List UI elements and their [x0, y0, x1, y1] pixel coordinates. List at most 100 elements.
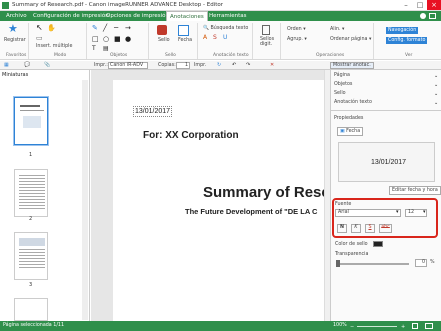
close-button[interactable]: × — [427, 0, 441, 10]
thumbnail-number-1: 1 — [29, 152, 33, 158]
thumbnail-number-3: 3 — [29, 282, 33, 288]
section-sello[interactable]: Sello — [334, 91, 346, 96]
group-label-anotacion-texto: Anotación texto — [213, 53, 249, 58]
alinear-button[interactable]: Alin. ▾ — [330, 27, 344, 32]
thumbnail-page-4[interactable] — [14, 298, 48, 321]
thumbnail-number-2: 2 — [29, 216, 33, 222]
show-annotations-button[interactable]: Mostrar anotac. — [330, 62, 374, 69]
tab-config-impresion[interactable]: Configuración de impresión — [30, 11, 112, 21]
navegacion-button[interactable]: Navegación — [386, 27, 419, 34]
thumbnail-page-3[interactable] — [14, 232, 48, 280]
maximize-button[interactable]: □ — [413, 0, 427, 10]
note-icon[interactable]: ▤ — [103, 45, 109, 52]
status-text: Página seleccionada 1/11 — [3, 323, 65, 328]
ordenar-button[interactable]: Orden ▾ — [287, 27, 306, 32]
transparency-slider-thumb[interactable] — [336, 260, 340, 267]
section-objetos[interactable]: Objetos — [334, 82, 352, 87]
fit-page-icon[interactable] — [412, 323, 418, 329]
thumb-line — [20, 110, 44, 111]
edit-date-button[interactable]: Editar fecha y hora — [389, 186, 441, 195]
hand-icon[interactable]: ✋ — [47, 24, 56, 32]
for-line: For: XX Corporation — [143, 130, 239, 141]
color-picker[interactable] — [373, 241, 383, 247]
rotate-icon[interactable]: ↻ — [217, 62, 221, 68]
highlight-frame — [332, 198, 438, 238]
section-anotacion-texto[interactable]: Anotación texto — [334, 100, 372, 105]
thumbnails-panel-icon[interactable]: ▦ — [4, 62, 9, 68]
ordenar-pagina-button[interactable]: Ordenar página ▾ — [330, 37, 371, 42]
stamp-color-label: Color de sello — [335, 242, 368, 247]
fecha-button[interactable]: Fecha — [178, 38, 192, 43]
document-title: Summary of Rese — [203, 184, 330, 201]
sello-button[interactable]: Sello — [158, 38, 170, 43]
copies-input[interactable]: 1 — [176, 62, 190, 69]
chevron-down-icon[interactable]: ⌄ — [434, 73, 438, 79]
help-icon[interactable] — [420, 13, 426, 19]
redo-icon[interactable]: ↷ — [246, 62, 250, 68]
undo-icon[interactable]: ↶ — [232, 62, 236, 68]
calendar-icon[interactable] — [178, 25, 189, 36]
star-icon: ★ — [8, 22, 18, 35]
config-formato-button[interactable]: Config. formato — [386, 37, 428, 44]
group-label-objetos: Objetos — [110, 53, 128, 58]
rectangle-icon[interactable]: □ — [92, 35, 99, 43]
tab-archivo[interactable]: Archivo — [3, 11, 30, 21]
date-stamp[interactable]: 13/01/2017 — [133, 106, 173, 117]
agrupar-button[interactable]: Agrup. ▾ — [287, 37, 307, 42]
printer-select[interactable]: Canon iR-ADV — [108, 62, 148, 69]
stamp-icon[interactable] — [157, 25, 167, 35]
pen-icon[interactable]: ✎ — [92, 24, 98, 32]
zoom-out-icon[interactable]: − — [350, 324, 354, 330]
section-pagina[interactable]: Página — [334, 73, 350, 78]
tab-opciones-impresion[interactable]: Opciones de impresión — [103, 11, 172, 21]
print-button[interactable]: Impr. — [194, 63, 206, 68]
minimize-button[interactable]: – — [399, 0, 413, 10]
document-subtitle: The Future Development of "DE LA C — [185, 207, 318, 216]
ellipse-icon[interactable]: ○ — [103, 35, 109, 43]
arrow-icon[interactable]: → — [125, 24, 131, 32]
filled-ellipse-icon[interactable]: ● — [125, 35, 131, 43]
transparency-slider[interactable] — [337, 263, 409, 265]
zoom-in-icon[interactable]: + — [401, 324, 405, 330]
group-label-operaciones: Operaciones — [316, 53, 345, 58]
transparency-input[interactable]: 0 — [415, 259, 427, 267]
thumbnail-page-2[interactable] — [14, 169, 48, 217]
pointer-icon[interactable]: ↖ — [36, 24, 43, 32]
divider — [86, 23, 87, 59]
window-options-icon[interactable] — [429, 13, 436, 19]
delete-icon[interactable]: ✕ — [270, 62, 274, 68]
underline-icon[interactable]: U — [223, 34, 227, 41]
insert-multiple-button[interactable]: Insert. múltiple — [36, 44, 72, 49]
menu-bar: Archivo Configuración de impresión Opcio… — [0, 11, 441, 21]
select-text-icon[interactable]: ▭ — [36, 35, 43, 42]
chevron-down-icon[interactable]: ⌄ — [434, 100, 438, 106]
thumbnail-page-1[interactable] — [14, 97, 48, 145]
thumb-image — [19, 238, 45, 246]
tab-anotaciones[interactable]: Anotaciones — [166, 11, 208, 21]
line-icon[interactable]: ─ — [114, 24, 118, 32]
thumbnails-scrollbar[interactable] — [82, 80, 88, 320]
register-button[interactable]: Registrar — [4, 38, 26, 43]
chevron-down-icon[interactable]: ⌄ — [434, 82, 438, 88]
window-title: Summary of Research.pdf - Canon imageRUN… — [12, 2, 223, 8]
search-text-button[interactable]: 🔍 Búsqueda texto — [203, 26, 248, 31]
tab-herramientas[interactable]: Herramientas — [206, 11, 249, 21]
filled-rect-icon[interactable]: ■ — [114, 35, 121, 43]
strikethrough-icon[interactable]: S — [213, 34, 217, 41]
chevron-down-icon[interactable]: ⌄ — [434, 91, 438, 97]
highlighter-icon[interactable]: ╱ — [103, 24, 107, 32]
secondary-toolbar: ▦ 💬 📎 Impr.: Canon iR-ADV Copias: 1 Impr… — [0, 61, 441, 70]
highlight-text-icon[interactable]: A — [203, 34, 207, 41]
digital-seal-icon[interactable] — [262, 25, 270, 35]
properties-title: Propiedades — [334, 116, 364, 121]
comments-panel-icon[interactable]: 💬 — [24, 62, 30, 68]
sellos-digit-button[interactable]: Sellos digit. — [260, 37, 282, 47]
tab-fecha[interactable]: ▣ Fecha — [337, 127, 364, 136]
text-box-icon[interactable]: T — [92, 45, 96, 52]
date-preview: 13/01/2017 — [338, 142, 435, 182]
group-label-ver: Ver — [405, 53, 413, 58]
attachments-panel-icon[interactable]: 📎 — [44, 62, 50, 68]
zoom-slider[interactable] — [357, 326, 397, 327]
printer-label: Impr.: — [94, 63, 108, 68]
fit-width-icon[interactable] — [425, 323, 433, 329]
